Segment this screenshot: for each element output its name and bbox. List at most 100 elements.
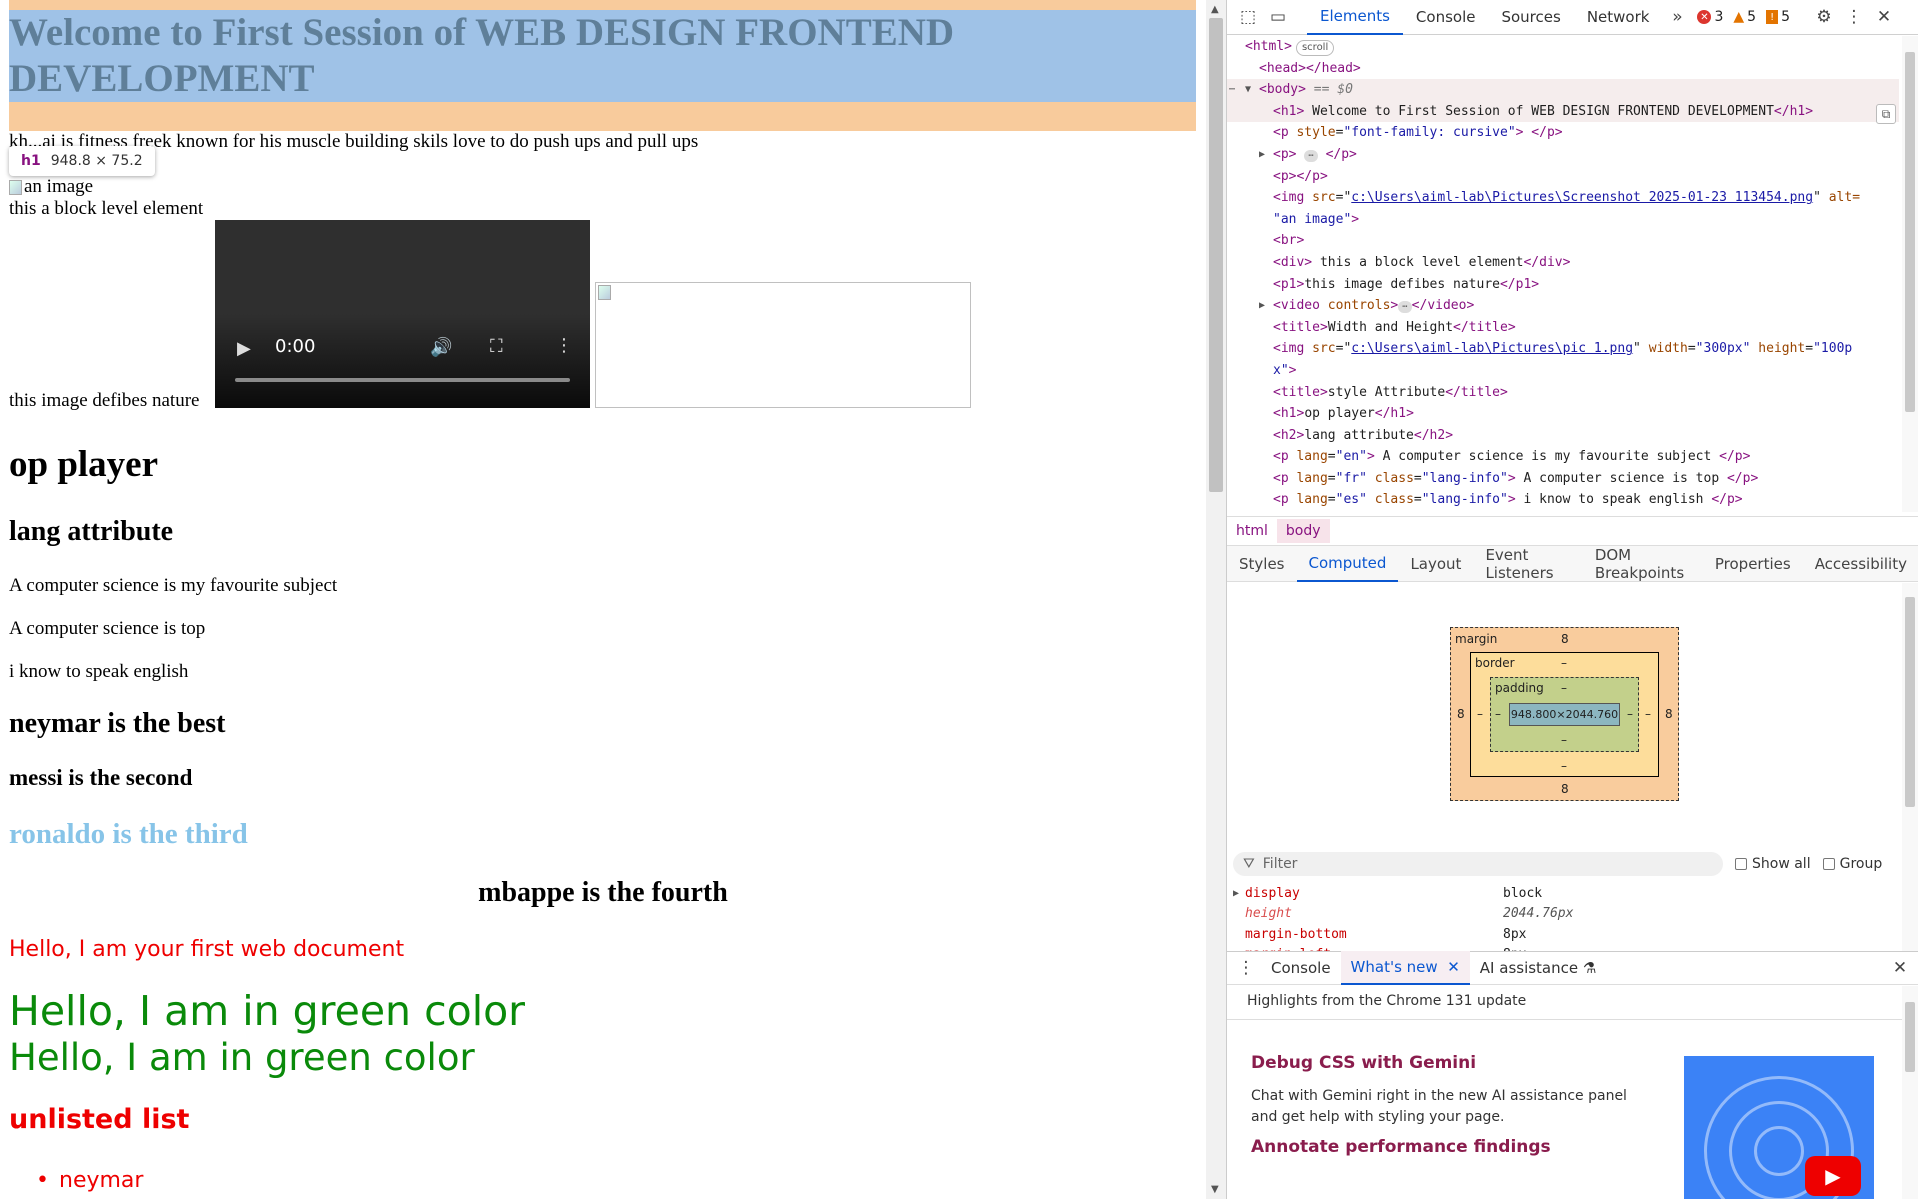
dom-line-p-collapsed[interactable]: ▶ <p> ⋯ </p> <box>1227 144 1899 166</box>
computed-row[interactable]: ▶ display block <box>1227 883 1899 904</box>
kebab-menu-icon[interactable]: ⋮ <box>1839 2 1869 32</box>
drawer-scroll-thumb[interactable] <box>1905 1002 1915 1072</box>
dom-scroll-thumb[interactable] <box>1905 52 1915 412</box>
dom-line-h1[interactable]: <h1> Welcome to First Session of WEB DES… <box>1227 100 1899 123</box>
drawer-tab-ai-assistance[interactable]: AI assistance ⚗ <box>1470 951 1607 985</box>
tab-styles[interactable]: Styles <box>1227 546 1297 582</box>
padding-left-value[interactable]: – <box>1495 707 1501 721</box>
margin-right-value[interactable]: 8 <box>1665 707 1673 721</box>
dom-line-p-fr[interactable]: <p lang="fr" class="lang-info"> A comput… <box>1227 468 1899 490</box>
settings-gear-icon[interactable]: ⚙ <box>1809 2 1839 32</box>
close-tab-icon[interactable]: ✕ <box>1447 958 1460 976</box>
expand-triangle-icon[interactable]: ▶ <box>1233 888 1239 899</box>
close-drawer-icon[interactable]: ✕ <box>1885 953 1915 983</box>
dom-line-br[interactable]: <br> <box>1227 230 1899 252</box>
video-progress-bar[interactable] <box>235 378 570 382</box>
margin-top-value[interactable]: 8 <box>1561 632 1569 646</box>
scroll-down-icon[interactable]: ▼ <box>1211 1184 1219 1195</box>
promo-video-thumbnail[interactable]: ▶ <box>1684 1056 1874 1199</box>
tab-computed[interactable]: Computed <box>1296 546 1399 582</box>
error-badge[interactable]: ✕ 3 <box>1697 9 1723 25</box>
computed-row[interactable]: height 2044.76px <box>1227 904 1899 925</box>
dom-line-div[interactable]: <div> this a block level element</div> <box>1227 252 1899 274</box>
page-scrollbar[interactable]: ▲ ▼ <box>1206 0 1226 1199</box>
padding-top-value[interactable]: – <box>1561 681 1567 695</box>
dom-line-p1[interactable]: <p1>this image defibes nature</p1> <box>1227 274 1899 296</box>
border-right-value[interactable]: – <box>1645 707 1651 721</box>
computed-row[interactable]: margin-bottom 8px <box>1227 924 1899 945</box>
tab-network[interactable]: Network <box>1574 0 1663 35</box>
tab-accessibility[interactable]: Accessibility <box>1803 546 1918 582</box>
tab-layout[interactable]: Layout <box>1398 546 1473 582</box>
dom-tree[interactable]: <html> scroll <head></head> ⋯ ▼ <body> == $… <box>1227 36 1899 512</box>
margin-bottom-value[interactable]: 8 <box>1561 782 1569 796</box>
styles-scroll-thumb[interactable] <box>1905 597 1915 807</box>
more-tabs-icon[interactable]: » <box>1662 2 1692 32</box>
dom-line-head[interactable]: <head></head> <box>1227 58 1899 80</box>
close-devtools-icon[interactable]: ✕ <box>1869 2 1899 32</box>
dom-line-img2[interactable]: <img src="c:\Users\aiml-lab\Pictures\pic… <box>1227 338 1899 360</box>
dom-line-h2-lang[interactable]: <h2>lang attribute</h2> <box>1227 425 1899 447</box>
issues-badge[interactable]: ! 5 <box>1766 9 1790 25</box>
drawer-tab-whats-new[interactable]: What's new ✕ <box>1340 951 1470 985</box>
card-title-annotate[interactable]: Annotate performance findings <box>1251 1137 1551 1157</box>
more-options-icon[interactable]: ⋮ <box>555 335 573 356</box>
tab-properties[interactable]: Properties <box>1703 546 1803 582</box>
inspect-element-icon[interactable]: ⬚ <box>1233 2 1263 32</box>
dom-line-video[interactable]: ▶ <video controls> ⋯ </video> <box>1227 295 1899 317</box>
dom-line-title1[interactable]: <title>Width and Height</title> <box>1227 317 1899 339</box>
card-title-debug-css[interactable]: Debug CSS with Gemini <box>1251 1053 1476 1073</box>
youtube-play-icon[interactable]: ▶ <box>1805 1156 1861 1196</box>
video-player[interactable]: ▶ 0:00 🔊 ⛶ ⋮ <box>215 220 590 408</box>
checkbox-icon[interactable] <box>1735 858 1747 870</box>
drawer-tab-console[interactable]: Console <box>1261 951 1341 985</box>
warning-badge[interactable]: ▲ 5 <box>1733 9 1756 25</box>
dom-line-title2[interactable]: <title>style Attribute</title> <box>1227 382 1899 404</box>
device-toolbar-icon[interactable]: ▭ <box>1263 2 1293 32</box>
tab-elements[interactable]: Elements <box>1307 0 1403 35</box>
breadcrumb-body[interactable]: body <box>1276 519 1330 543</box>
dom-line-p-style[interactable]: <p style="font-family: cursive"> </p> <box>1227 122 1899 144</box>
dom-line-p-empty[interactable]: <p></p> <box>1227 166 1899 188</box>
dom-line-p-es[interactable]: <p lang="es" class="lang-info"> i know t… <box>1227 489 1899 511</box>
scroll-up-icon[interactable]: ▲ <box>1211 4 1219 15</box>
dom-line-body[interactable]: ⋯ ▼ <body> == $0 <box>1227 79 1899 101</box>
page-scroll-thumb[interactable] <box>1209 18 1223 492</box>
dom-line-img1-cont[interactable]: "an image"> <box>1227 209 1899 231</box>
dom-line-img2-cont[interactable]: x"> <box>1227 360 1899 382</box>
margin-left-value[interactable]: 8 <box>1457 707 1465 721</box>
tab-dom-breakpoints[interactable]: DOM Breakpoints <box>1583 546 1703 582</box>
box-model-content[interactable]: 948.800×2044.760 <box>1509 703 1620 726</box>
ellipsis-icon[interactable]: ⋯ <box>1304 149 1318 162</box>
expand-triangle-icon[interactable]: ▶ <box>1259 295 1265 317</box>
dom-line-img1[interactable]: <img src="c:\Users\aiml-lab\Pictures\Scr… <box>1227 187 1899 209</box>
play-icon[interactable]: ▶ <box>237 338 251 359</box>
fullscreen-icon[interactable]: ⛶ <box>490 336 503 357</box>
volume-icon[interactable]: 🔊 <box>430 337 452 358</box>
padding-bottom-value[interactable]: – <box>1561 733 1567 747</box>
expand-triangle-icon[interactable]: ▶ <box>1259 144 1265 166</box>
scroll-pill[interactable]: scroll <box>1295 40 1335 56</box>
border-top-value[interactable]: – <box>1561 656 1567 670</box>
checkbox-icon[interactable] <box>1822 858 1835 870</box>
expand-triangle-icon[interactable]: ▼ <box>1245 79 1251 101</box>
ellipsis-icon[interactable]: ⋯ <box>1398 301 1412 314</box>
border-left-value[interactable]: – <box>1477 707 1483 721</box>
dom-line-p-en[interactable]: <p lang="en"> A computer science is my f… <box>1227 446 1899 468</box>
group-checkbox[interactable]: Group <box>1822 856 1882 872</box>
tab-event-listeners[interactable]: Event Listeners <box>1473 546 1582 582</box>
drawer-menu-icon[interactable]: ⋮ <box>1231 953 1261 983</box>
tab-sources[interactable]: Sources <box>1488 0 1573 35</box>
border-bottom-value[interactable]: – <box>1561 759 1567 773</box>
drawer-scrollbar[interactable] <box>1902 986 1918 1199</box>
show-all-checkbox[interactable]: Show all <box>1735 856 1811 872</box>
dom-scrollbar[interactable] <box>1902 36 1918 512</box>
breadcrumb-html[interactable]: html <box>1227 519 1277 543</box>
padding-right-value[interactable]: – <box>1627 707 1633 721</box>
tab-console[interactable]: Console <box>1403 0 1489 35</box>
styles-scrollbar[interactable] <box>1902 583 1918 951</box>
dom-line-h1-op[interactable]: <h1>op player</h1> <box>1227 403 1899 425</box>
copy-icon[interactable]: ⧉ <box>1876 104 1896 124</box>
dom-line-html[interactable]: <html> scroll <box>1227 36 1899 58</box>
filter-input[interactable]: ⛛ Filter <box>1233 852 1723 876</box>
